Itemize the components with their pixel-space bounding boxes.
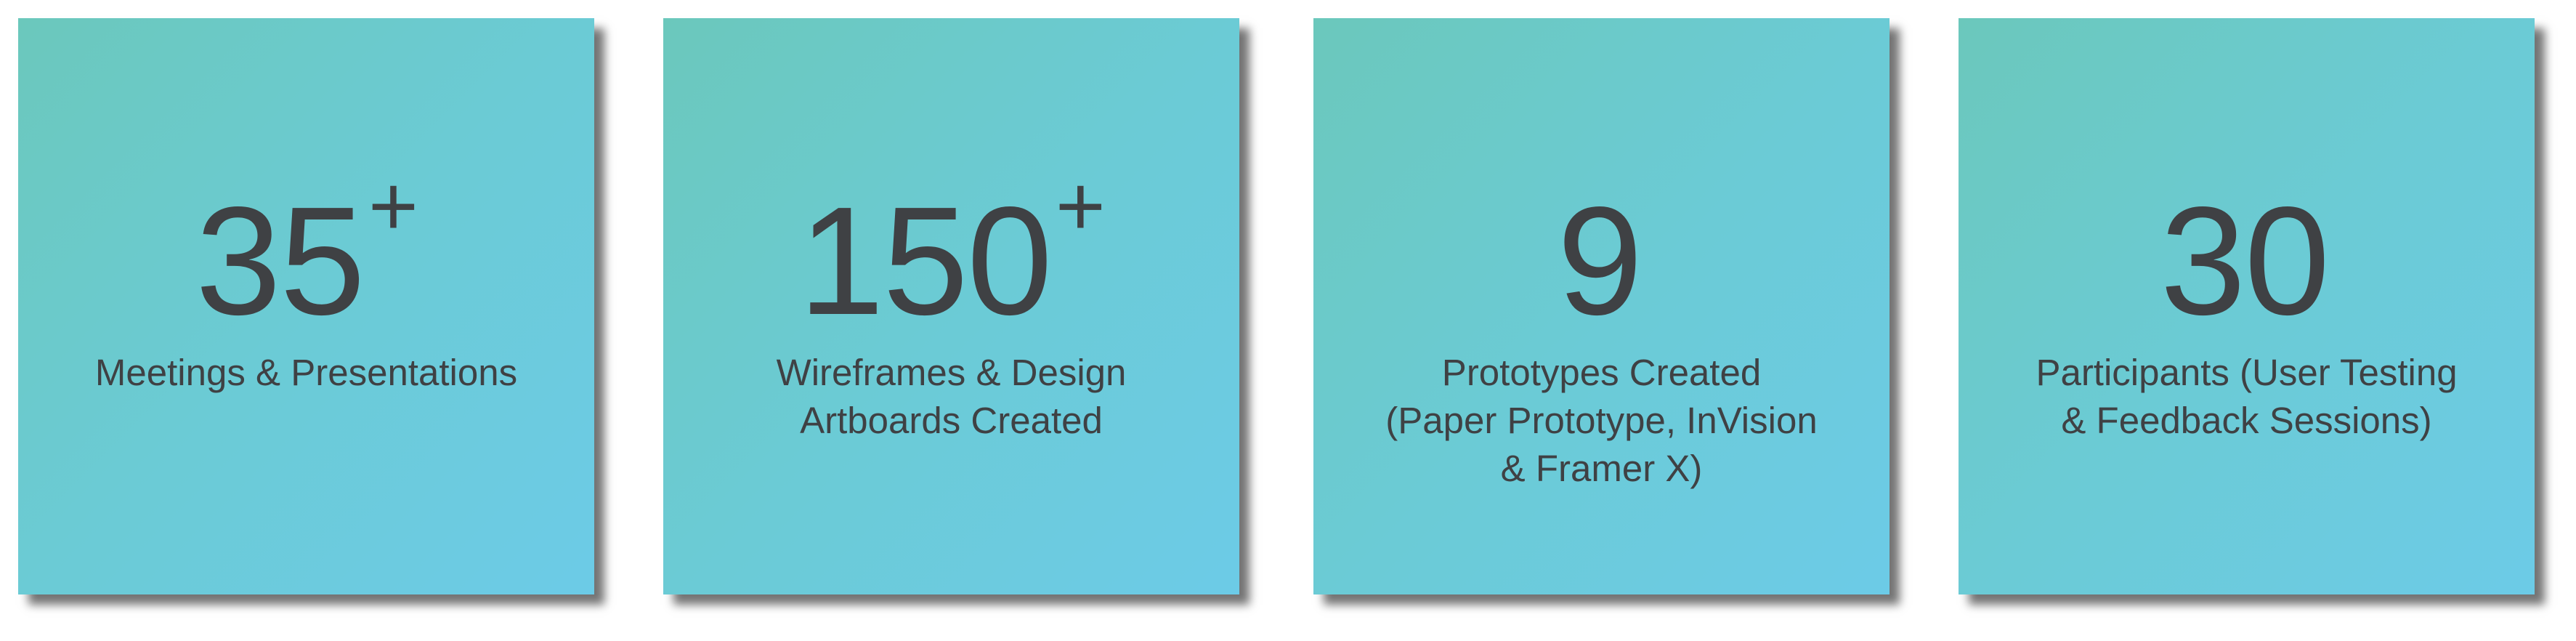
stat-number: 9 [1557, 174, 1643, 347]
stat-card-wireframes: 150+ Wireframes & Design Artboards Creat… [663, 18, 1239, 594]
stat-label: Participants (User Testing & Feedback Se… [2036, 352, 2458, 441]
stat-number: 150 [798, 174, 1053, 347]
stat-number: 35 [195, 174, 365, 347]
stat-number: 30 [2160, 174, 2330, 347]
stat-label: Prototypes Created (Paper Prototype, InV… [1385, 352, 1818, 489]
stat-value: 150+ [663, 164, 1239, 347]
stat-plus-suffix: + [368, 158, 418, 254]
stat-plus-suffix: + [1055, 158, 1106, 254]
stat-label: Wireframes & Design Artboards Created [776, 352, 1127, 441]
stat-label: Meetings & Presentations [94, 352, 518, 393]
stat-card-prototypes: 9 Prototypes Created (Paper Prototype, I… [1313, 18, 1890, 594]
stat-value: 30 [1959, 184, 2535, 338]
stat-card-participants: 30 Participants (User Testing & Feedback… [1959, 18, 2535, 594]
stat-value: 35+ [18, 164, 594, 347]
stat-value: 9 [1313, 184, 1890, 338]
stat-card-meetings: 35+ Meetings & Presentations [18, 18, 594, 594]
